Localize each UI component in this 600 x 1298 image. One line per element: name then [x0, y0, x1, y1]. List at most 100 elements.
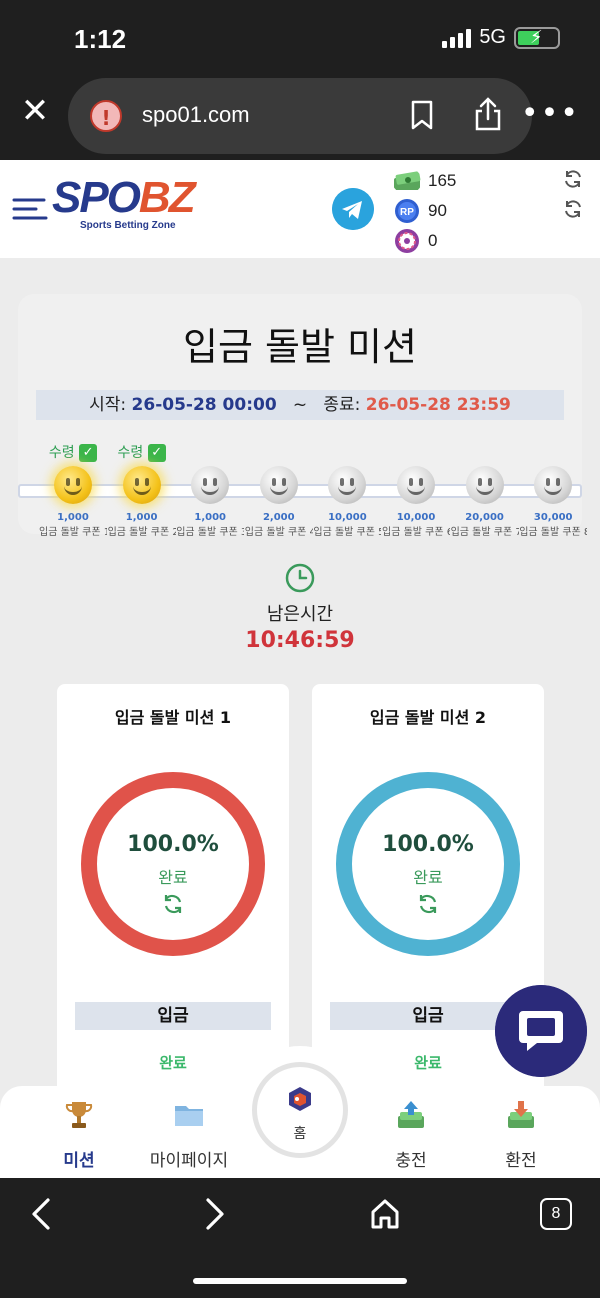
reward-steps: 수령 ✓ 1,000 입금 돌발 쿠폰 1 수령 ✓ 1,000 입금 돌발 쿠폰 2 1,…: [0, 442, 600, 542]
received-badge: [244, 442, 314, 464]
progress-ring: 100.0% 완료: [336, 772, 520, 956]
step-coupon: 입금 돌발 쿠폰 6: [382, 527, 450, 538]
clock-icon: [285, 563, 315, 593]
home-logo-icon: [289, 1087, 311, 1111]
step-coupon: 입금 돌발 쿠폰 4: [244, 527, 313, 538]
refresh-icon[interactable]: [161, 892, 185, 916]
bookmark-icon[interactable]: [410, 100, 434, 130]
remain-time-label: 남은시간: [266, 604, 334, 625]
balance-chip: 0: [392, 226, 456, 256]
forward-icon[interactable]: [196, 1196, 232, 1232]
balance-chip-value: 0: [428, 231, 438, 250]
more-options-icon[interactable]: •••: [521, 99, 580, 129]
menu-icon[interactable]: [12, 194, 48, 224]
nav-item-deposit[interactable]: 충전: [356, 1098, 466, 1171]
nav-label: 충전: [395, 1151, 427, 1171]
step-amount: 2,000: [262, 512, 295, 523]
received-label: 수령: [117, 445, 144, 461]
svg-text:RP: RP: [400, 207, 414, 218]
mission-content: 입금 돌발 미션 시작: 26-05-28 00:00 ~ 종료: 26-05-…: [0, 258, 600, 1178]
balance-cash: 165: [392, 166, 456, 196]
share-icon[interactable]: [472, 96, 504, 132]
reward-step[interactable]: 수령 ✓ 1,000 입금 돌발 쿠폰 1: [38, 442, 108, 538]
nav-label: 홈: [293, 1126, 307, 1142]
site-logo[interactable]: SPOBZ Sports Betting Zone: [52, 173, 196, 232]
nav-item-withdraw[interactable]: 환전: [466, 1098, 576, 1171]
reward-step[interactable]: 1,000 입금 돌발 쿠폰 3: [175, 442, 245, 538]
progress-status: 완료: [413, 868, 443, 887]
logo-text-spo: SPO: [52, 173, 141, 222]
reward-step[interactable]: 수령 ✓ 1,000 입금 돌발 쿠폰 2: [107, 442, 177, 538]
rp-coin-icon: RP: [395, 199, 419, 223]
balance-cash-value: 165: [428, 171, 457, 190]
start-value: 26-05-28 00:00: [131, 395, 277, 415]
received-badge: [175, 442, 245, 464]
step-coupon: 입금 돌발 쿠폰 1: [39, 527, 107, 538]
checkmark-icon: ✓: [147, 444, 166, 462]
refresh-icon[interactable]: [562, 168, 584, 190]
smiley-icon: [259, 466, 298, 504]
nav-item-mission[interactable]: 미션: [24, 1098, 134, 1171]
progress-percent: 100.0%: [382, 832, 474, 857]
start-label: 시작:: [89, 395, 127, 415]
refresh-icon[interactable]: [562, 198, 584, 220]
reward-step[interactable]: 10,000 입금 돌발 쿠폰 6: [381, 442, 451, 538]
nav-item-home[interactable]: 홈: [236, 1046, 364, 1174]
smiley-icon: [465, 466, 504, 504]
telegram-icon[interactable]: [332, 188, 374, 230]
reward-step[interactable]: 20,000 입금 돌발 쿠폰 7: [450, 442, 520, 538]
signal-icon: [442, 28, 472, 48]
close-icon[interactable]: ✕: [18, 94, 52, 128]
received-badge: [312, 442, 382, 464]
balance-list: 165 RP 90 0: [392, 166, 456, 256]
smiley-icon: [54, 466, 92, 504]
smiley-icon: [397, 466, 435, 504]
folder-icon: [175, 1106, 203, 1126]
refresh-icon[interactable]: [416, 892, 440, 916]
received-badge: [381, 442, 451, 464]
step-coupon: 입금 돌발 쿠폰 2: [107, 527, 176, 538]
home-icon[interactable]: [367, 1196, 403, 1232]
warning-icon[interactable]: !: [90, 100, 122, 132]
step-amount: 1,000: [125, 512, 158, 523]
reward-step[interactable]: 10,000 입금 돌발 쿠폰 5: [312, 442, 382, 538]
step-amount: 1,000: [194, 512, 226, 523]
progress-ring: 100.0% 완료: [81, 772, 265, 956]
step-amount: 30,000: [533, 512, 573, 523]
step-coupon: 입금 돌발 쿠폰 7: [450, 527, 519, 538]
deposit-icon: [398, 1101, 424, 1128]
browser-toolbar: 8: [0, 1178, 600, 1298]
tabs-button[interactable]: 8: [540, 1198, 572, 1230]
cash-stack-icon: [394, 171, 421, 190]
progress-percent: 100.0%: [127, 832, 219, 857]
back-icon[interactable]: [24, 1196, 60, 1232]
received-badge: [518, 442, 588, 464]
bottom-navigation: 미션 마이페이지 홈 충전 환전: [0, 1046, 600, 1178]
smiley-icon: [122, 466, 161, 504]
step-amount: 1,000: [57, 512, 89, 523]
url-field[interactable]: ! spo01.com: [68, 78, 532, 154]
network-label: 5G: [479, 26, 506, 48]
mission-period: 시작: 26-05-28 00:00 ~ 종료: 26-05-28 23:59: [36, 390, 564, 420]
page-title: 입금 돌발 미션: [183, 325, 417, 369]
received-badge: 수령 ✓: [107, 442, 177, 464]
remain-time-value: 10:46:59: [245, 628, 355, 653]
live-chat-button[interactable]: [495, 985, 587, 1077]
home-button[interactable]: 홈: [252, 1062, 348, 1158]
smiley-icon: [534, 466, 573, 504]
end-value: 26-05-28 23:59: [365, 395, 511, 415]
trophy-icon: [65, 1102, 93, 1128]
balance-rp-value: 90: [428, 201, 447, 220]
received-badge: [450, 442, 520, 464]
nav-label: 마이페이지: [149, 1151, 229, 1171]
roulette-chip-icon: [395, 229, 419, 253]
mission-type: 입금: [75, 1002, 271, 1030]
progress-status: 완료: [158, 868, 188, 887]
step-amount: 20,000: [465, 512, 504, 523]
nav-label: 미션: [63, 1151, 95, 1171]
reward-step[interactable]: 2,000 입금 돌발 쿠폰 4: [244, 442, 314, 538]
status-time: 1:12: [74, 24, 127, 54]
nav-item-mypage[interactable]: 마이페이지: [134, 1098, 244, 1171]
url-text: spo01.com: [142, 102, 250, 127]
reward-step[interactable]: 30,000 입금 돌발 쿠폰 8: [518, 442, 588, 538]
